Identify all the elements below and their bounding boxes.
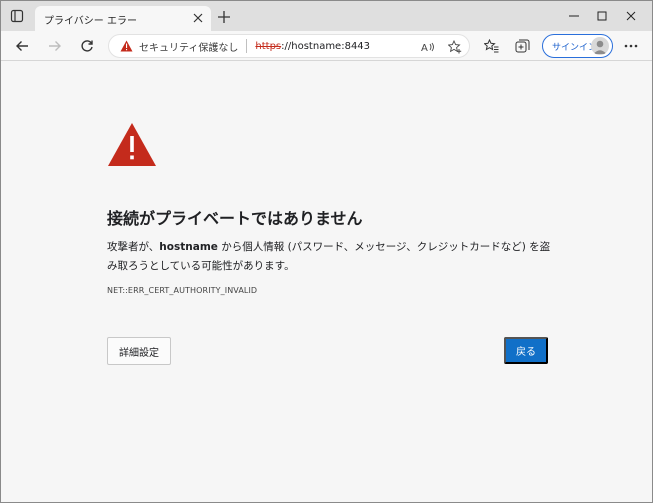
advanced-button[interactable]: 詳細設定 <box>107 337 171 365</box>
close-icon[interactable] <box>191 11 205 25</box>
signin-button[interactable]: サインイン <box>542 34 613 58</box>
url-scheme: https <box>255 40 282 52</box>
error-description: 攻撃者が、hostname から個人情報 (パスワード、メッセージ、クレジットカ… <box>107 238 557 276</box>
favorites-icon[interactable] <box>481 36 501 56</box>
desc-hostname: hostname <box>159 241 218 253</box>
back-button[interactable]: 戻る <box>504 337 548 364</box>
read-aloud-icon[interactable]: A <box>420 39 436 55</box>
warning-triangle-icon <box>120 40 133 52</box>
security-label: セキュリティ保護なし <box>139 42 239 54</box>
forward-arrow-icon <box>45 36 65 56</box>
svg-text:A: A <box>421 43 428 53</box>
security-indicator[interactable]: セキュリティ保護なし <box>120 39 238 54</box>
refresh-icon[interactable] <box>77 36 97 56</box>
url-divider <box>246 39 248 53</box>
tab-active[interactable]: プライバシー エラー <box>35 6 211 32</box>
toolbar: セキュリティ保護なし https://hostname:8443 A サインイン <box>1 31 652 61</box>
page-title: 接続がプライベートではありません <box>107 209 363 228</box>
avatar <box>591 37 609 55</box>
maximize-icon[interactable] <box>593 7 611 25</box>
error-page: 接続がプライベートではありません 攻撃者が、hostname から個人情報 (パ… <box>1 62 652 502</box>
more-icon[interactable] <box>621 36 641 56</box>
tab-title: プライバシー エラー <box>44 15 137 27</box>
plus-icon[interactable] <box>216 9 232 25</box>
window-close-icon[interactable] <box>622 7 640 25</box>
minimize-icon[interactable] <box>565 7 583 25</box>
add-favorite-icon[interactable] <box>447 39 463 55</box>
url-host: ://hostname:8443 <box>281 40 371 52</box>
tab-strip: プライバシー エラー <box>1 1 652 32</box>
error-code: NET::ERR_CERT_AUTHORITY_INVALID <box>107 286 258 295</box>
browser-window: プライバシー エラー セキュリティ保護なし https://hostname:… <box>0 0 653 503</box>
desc-prefix: 攻撃者が、 <box>107 241 160 253</box>
address-bar[interactable]: セキュリティ保護なし https://hostname:8443 A <box>108 34 470 58</box>
warning-large-icon <box>108 123 156 166</box>
tab-actions-icon[interactable] <box>9 8 25 24</box>
back-arrow-icon[interactable] <box>12 36 32 56</box>
collections-icon[interactable] <box>512 36 532 56</box>
